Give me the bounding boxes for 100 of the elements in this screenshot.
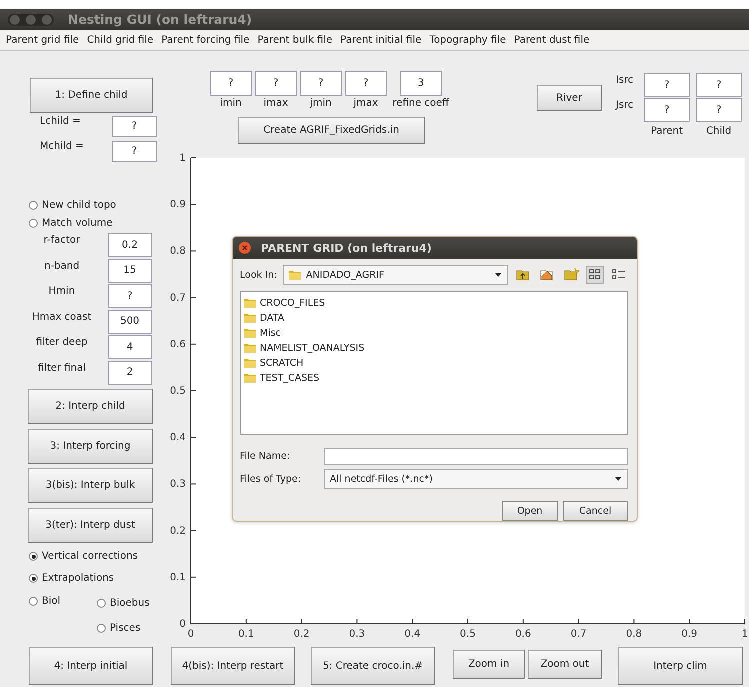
file-type-label: Files of Type: bbox=[240, 474, 302, 484]
folder-item[interactable]: TEST_CASES bbox=[244, 371, 624, 385]
step-button[interactable]: 3(ter): Interp dust bbox=[28, 508, 153, 542]
y-tick-label: 0.2 bbox=[170, 526, 186, 537]
x-tick-label: 0.5 bbox=[460, 629, 476, 640]
input-field[interactable]: ? bbox=[644, 98, 690, 122]
input-field[interactable]: 500 bbox=[108, 310, 152, 334]
create-grids-button[interactable]: Create AGRIF_FixedGrids.in bbox=[238, 117, 425, 144]
dropdown-arrow-icon bbox=[495, 273, 502, 277]
action-button[interactable]: 5: Create croco.in.# bbox=[311, 647, 435, 685]
step-button[interactable]: 3: Interp forcing bbox=[28, 428, 153, 464]
action-button[interactable]: 4(bis): Interp restart bbox=[171, 647, 295, 685]
dropdown-arrow-icon bbox=[615, 477, 622, 481]
radio-button[interactable] bbox=[29, 219, 38, 228]
field-label: filter final bbox=[37, 362, 87, 374]
input-field[interactable]: ? bbox=[112, 141, 157, 162]
input-field[interactable]: 4 bbox=[108, 335, 152, 359]
x-tick-label: 0.9 bbox=[682, 629, 698, 640]
field-label: filter deep bbox=[35, 337, 89, 348]
input-field[interactable]: 0.2 bbox=[108, 233, 152, 257]
y-tick-label: 0.3 bbox=[170, 479, 186, 490]
dialog-button[interactable]: Cancel bbox=[563, 501, 628, 521]
close-icon[interactable] bbox=[239, 242, 251, 254]
input-field[interactable]: ? bbox=[644, 73, 690, 97]
action-button[interactable]: Zoom in bbox=[453, 650, 525, 679]
input-field[interactable]: ? bbox=[112, 116, 157, 137]
input-field[interactable]: 2 bbox=[108, 360, 152, 384]
input-field[interactable]: 15 bbox=[108, 258, 152, 282]
input-field[interactable]: ? bbox=[696, 98, 742, 122]
x-tick-label: 1 bbox=[742, 629, 748, 640]
menu-item[interactable]: Parent grid file bbox=[6, 34, 80, 46]
radio-button[interactable] bbox=[29, 552, 38, 561]
field-label: Mchild = bbox=[40, 141, 84, 152]
folder-item[interactable]: Misc bbox=[244, 326, 624, 340]
radio-label: Bioebus bbox=[110, 598, 150, 609]
input-field[interactable]: ? bbox=[300, 71, 342, 96]
folder-item[interactable]: SCRATCH bbox=[244, 356, 624, 370]
folder-item[interactable]: DATA bbox=[244, 311, 624, 325]
step-button[interactable]: 2: Interp child bbox=[28, 389, 153, 424]
file-name-field[interactable] bbox=[324, 448, 628, 465]
input-field[interactable]: ? bbox=[108, 284, 152, 308]
dialog-button[interactable]: Open bbox=[502, 501, 558, 521]
menu-item[interactable]: Child grid file bbox=[87, 34, 154, 46]
menu-item[interactable]: Parent forcing file bbox=[162, 34, 250, 46]
folder-icon bbox=[244, 298, 256, 308]
look-in-dropdown[interactable]: ANIDADO_AGRIF bbox=[283, 265, 508, 285]
step-button[interactable]: 3(bis): Interp bulk bbox=[28, 468, 153, 503]
folder-icon bbox=[244, 358, 256, 368]
radio-label: New child topo bbox=[42, 200, 116, 211]
field-label: n-band bbox=[43, 260, 81, 272]
y-tick-label: 1 bbox=[180, 153, 186, 164]
radio-label: Biol bbox=[42, 596, 61, 607]
define-child-button[interactable]: 1: Define child bbox=[30, 78, 153, 113]
file-type-dropdown[interactable]: All netcdf-Files (*.nc*) bbox=[324, 469, 628, 489]
radio-label: Extrapolations bbox=[42, 573, 114, 584]
folder-item[interactable]: NAMELIST_OANALYSIS bbox=[244, 341, 624, 355]
x-tick-label: 0.1 bbox=[238, 629, 254, 640]
x-tick-label: 0.7 bbox=[570, 629, 587, 640]
radio-button[interactable] bbox=[29, 574, 38, 583]
look-in-label: Look In: bbox=[240, 270, 278, 280]
radio-button[interactable] bbox=[29, 597, 38, 606]
field-label: Isrc bbox=[616, 75, 634, 86]
input-field[interactable]: ? bbox=[210, 71, 252, 96]
radio-label: Vertical corrections bbox=[42, 551, 138, 562]
field-label: Jsrc bbox=[616, 100, 634, 111]
file-name-label: File Name: bbox=[240, 451, 292, 462]
radio-button[interactable] bbox=[29, 201, 38, 210]
folder-icon bbox=[244, 328, 256, 338]
menu-item[interactable]: Parent initial file bbox=[340, 34, 422, 46]
input-field[interactable]: ? bbox=[696, 73, 742, 97]
field-label: Hmax coast bbox=[31, 312, 93, 322]
list-view-icon[interactable] bbox=[586, 266, 604, 284]
dialog-title: PARENT GRID (on leftraru4) bbox=[261, 242, 432, 254]
x-tick-label: 0 bbox=[188, 629, 194, 640]
field-label: Lchild = bbox=[40, 116, 81, 127]
input-field[interactable]: ? bbox=[255, 71, 297, 96]
action-button[interactable]: Interp clim bbox=[618, 647, 743, 685]
field-label: Hmin bbox=[48, 286, 76, 297]
field-label: r-factor bbox=[42, 235, 82, 246]
x-tick-label: 0.2 bbox=[294, 629, 310, 640]
action-button[interactable]: Zoom out bbox=[528, 650, 602, 679]
y-tick-label: 0 bbox=[180, 619, 186, 630]
menu-item[interactable]: Parent bulk file bbox=[258, 34, 333, 46]
input-field[interactable]: ? bbox=[345, 71, 387, 96]
input-field[interactable]: 3 bbox=[400, 71, 442, 96]
radio-button[interactable] bbox=[97, 599, 106, 608]
action-button[interactable]: 4: Interp initial bbox=[29, 647, 153, 685]
column-label: Child bbox=[705, 126, 733, 137]
radio-button[interactable] bbox=[97, 624, 106, 633]
folder-icon bbox=[244, 313, 256, 323]
menu-item[interactable]: Topography file bbox=[430, 34, 506, 46]
folder-icon bbox=[244, 373, 256, 383]
y-tick-label: 0.4 bbox=[170, 432, 186, 444]
folder-icon bbox=[289, 270, 302, 280]
river-button[interactable]: River bbox=[537, 85, 602, 111]
menu-item[interactable]: Parent dust file bbox=[514, 34, 590, 46]
x-tick-label: 0.4 bbox=[404, 629, 421, 640]
y-tick-label: 0.8 bbox=[170, 246, 186, 258]
folder-item[interactable]: CROCO_FILES bbox=[244, 296, 624, 310]
x-tick-label: 0.6 bbox=[515, 629, 532, 640]
